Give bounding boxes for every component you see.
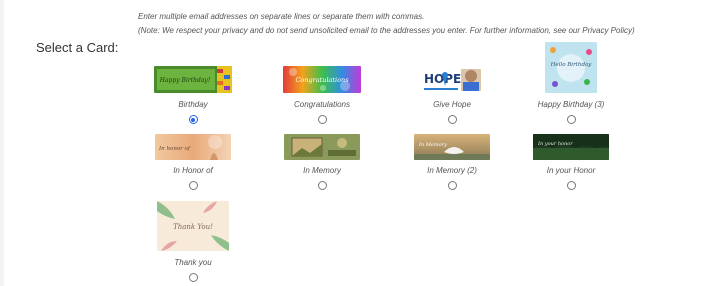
card-thumb-text-congratulations: Congratulations	[295, 76, 349, 84]
card-caption-birthday: Birthday	[178, 100, 208, 109]
card-option-thank-you[interactable]: Thank You! Thank you	[133, 201, 253, 284]
card-radio-in-honor-of[interactable]	[188, 181, 198, 190]
select-card-label: Select a Card:	[36, 40, 119, 55]
card-option-in-memory-2[interactable]: In Memory In Memory (2)	[392, 134, 512, 194]
card-thumb-text-thank-you: Thank You!	[173, 223, 213, 231]
card-thumb-text-in-memory-2: In Memory	[418, 142, 447, 148]
card-thumbnail-in-memory-2[interactable]: In Memory	[414, 134, 490, 160]
card-caption-in-honor-of: In Honor of	[173, 166, 213, 175]
card-thumbnail-congratulations[interactable]: Congratulations	[283, 66, 361, 93]
card-caption-thank-you: Thank you	[174, 258, 212, 267]
email-help-text: Enter multiple email addresses on separa…	[138, 12, 425, 21]
card-caption-happy-birthday-3: Happy Birthday (3)	[537, 100, 605, 109]
card-thumbnail-in-your-honor[interactable]: In your honor	[533, 134, 609, 160]
card-radio-in-memory-2[interactable]	[447, 181, 457, 190]
card-option-in-memory[interactable]: In Memory	[262, 134, 382, 194]
card-thumb-text-happy-birthday-3: Hello Birthday	[550, 62, 593, 68]
card-radio-in-memory[interactable]	[317, 181, 327, 190]
card-caption-give-hope: Give Hope	[433, 100, 471, 109]
card-thumbnail-thank-you[interactable]: Thank You!	[157, 201, 229, 251]
card-thumbnail-birthday[interactable]: Happy Birthday!	[154, 66, 232, 93]
card-radio-thank-you[interactable]	[188, 273, 198, 282]
card-thumb-text-in-your-honor: In your honor	[537, 141, 573, 147]
card-option-congratulations[interactable]: Congratulations Congratulations	[262, 66, 382, 128]
card-radio-congratulations[interactable]	[317, 115, 327, 124]
card-thumbnail-happy-birthday-3[interactable]: Hello Birthday	[545, 42, 597, 93]
card-thumbnail-in-memory[interactable]	[284, 134, 360, 160]
card-option-birthday[interactable]: Happy Birthday! Birthday	[133, 66, 253, 128]
card-radio-birthday[interactable]	[188, 115, 198, 124]
card-radio-give-hope[interactable]	[447, 115, 457, 124]
card-radio-happy-birthday-3[interactable]	[566, 115, 576, 124]
privacy-note: (Note: We respect your privacy and do no…	[138, 26, 635, 35]
card-thumbnail-in-honor-of[interactable]: In honor of	[155, 134, 231, 160]
card-caption-in-memory: In Memory	[303, 166, 341, 175]
card-option-in-your-honor[interactable]: In your honor In your Honor	[511, 134, 631, 194]
card-thumbnail-give-hope[interactable]: HOPE	[421, 66, 483, 92]
card-radio-in-your-honor[interactable]	[566, 181, 576, 190]
card-caption-in-your-honor: In your Honor	[546, 166, 596, 175]
card-caption-congratulations: Congratulations	[293, 100, 351, 109]
card-option-happy-birthday-3[interactable]: Hello Birthday Happy Birthday (3)	[511, 42, 631, 128]
card-selection-panel: Enter multiple email addresses on separa…	[4, 0, 710, 286]
card-option-in-honor-of[interactable]: In honor of In Honor of	[133, 134, 253, 194]
card-thumb-text-birthday: Happy Birthday!	[159, 77, 211, 84]
card-caption-in-memory-2: In Memory (2)	[427, 166, 477, 175]
card-option-give-hope[interactable]: HOPE Give Hope	[392, 66, 512, 128]
card-thumb-text-in-honor-of: In honor of	[158, 146, 191, 152]
